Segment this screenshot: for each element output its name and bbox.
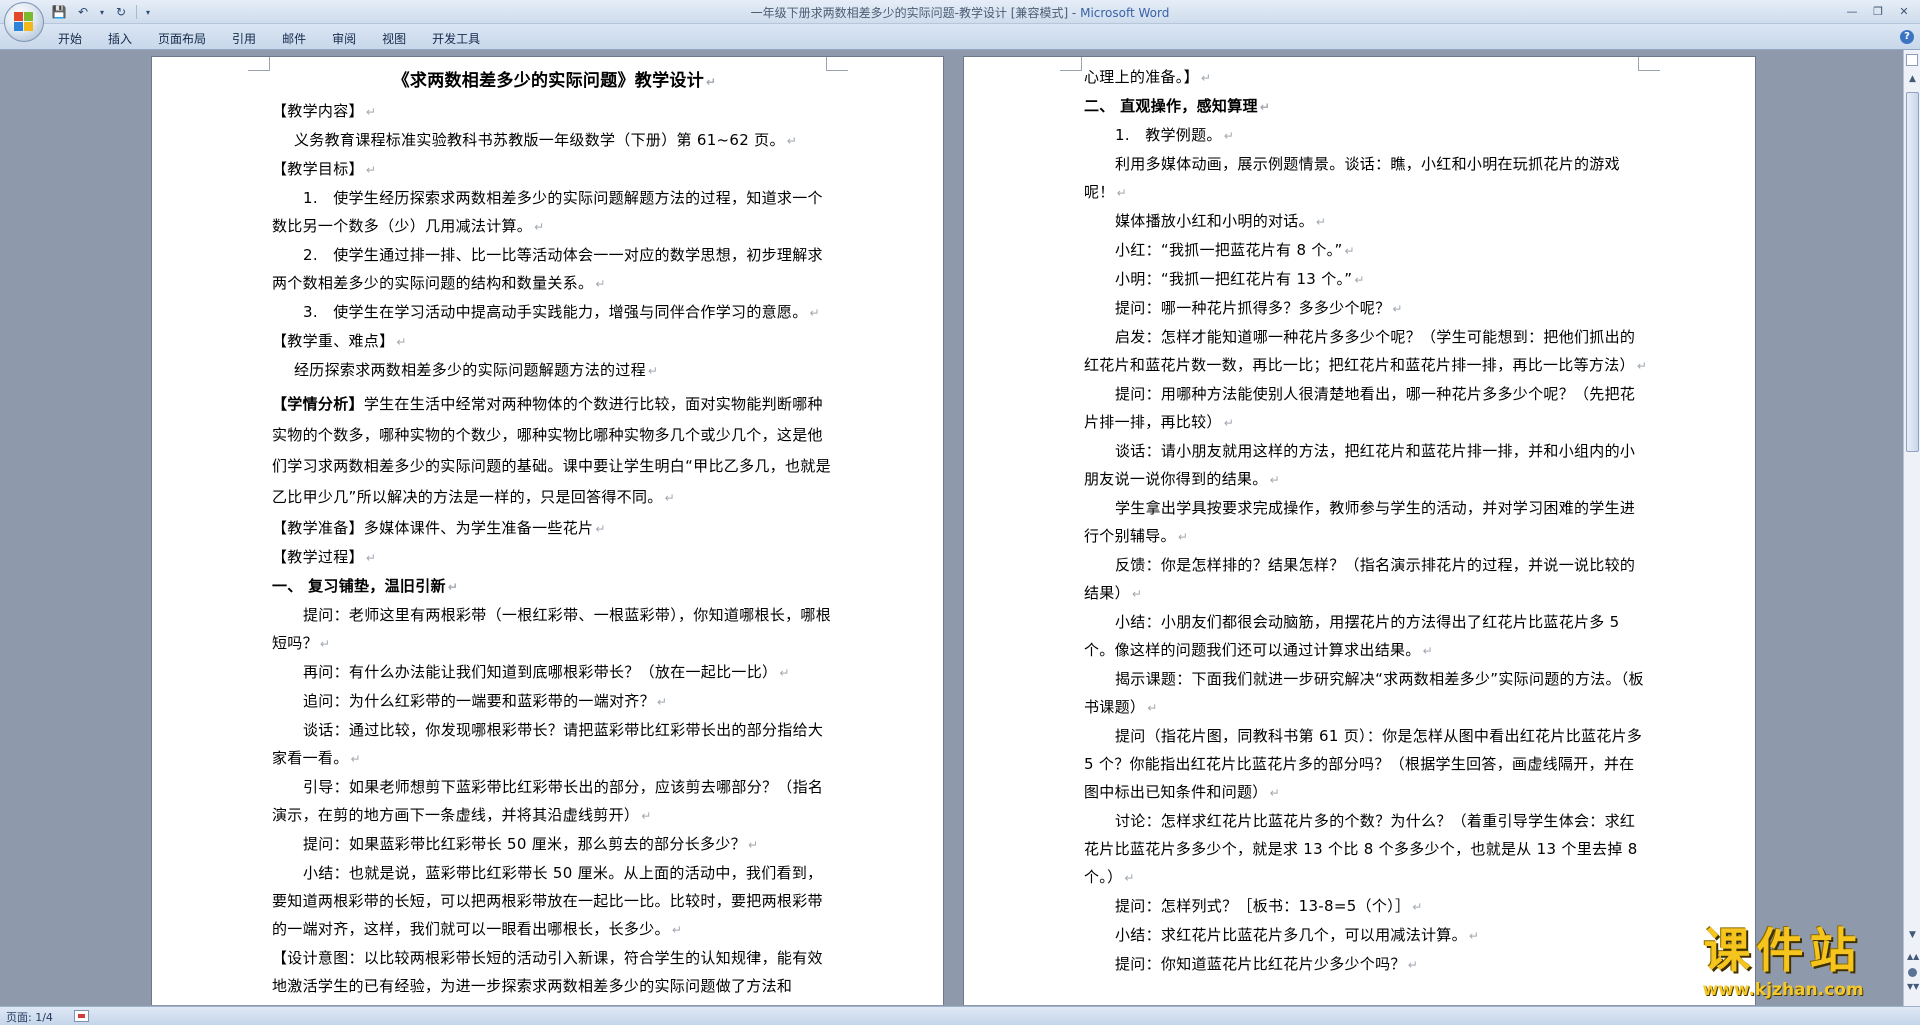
next-page-icon[interactable]: ▼▼ [1907,982,1919,994]
process-paragraph: 学生拿出学具按要求完成操作，教师参与学生的活动，并对学习困难的学生进行个别辅导。… [1084,499,1636,545]
office-button[interactable] [4,2,44,42]
process-paragraph: 启发：怎样才能知道哪一种花片多多少个呢？（学生可能想到：把他们抓出的红花片和蓝花… [1084,328,1648,374]
goal-item: 2. 使学生通过排一排、比一比等活动体会一一对应的数学思想，初步理解求两个数相差… [272,246,823,292]
process-paragraph: 媒体播放小红和小明的对话。 ↵ [1115,212,1327,230]
scrollbar-thumb[interactable] [1906,92,1919,452]
help-icon[interactable]: ? [1900,30,1914,44]
process-paragraph: 小结：小朋友们都很会动脑筋，用摆花片的方法得出了红花片比蓝花片多 5 个。像这样… [1084,613,1620,659]
tab-mailings[interactable]: 邮件 [282,30,306,47]
process-paragraph: 引导：如果老师想剪下蓝彩带比红彩带长出的部分，应该剪去哪部分？（指名演示，在剪的… [272,778,824,824]
page-1-text: 《求两数相差多少的实际问题》教学设计 ↵ 【教学内容】 ↵ 义务教育课程标准实验教科… [272,64,837,1000]
content-paragraph: 义务教育课程标准实验教科书苏教版一年级数学（下册）第 61~62 页。 ↵ [294,131,798,149]
status-bar: 页面: 1/4 [0,1006,1920,1025]
example-item: 1. 教学例题。 ↵ [1115,126,1235,144]
goal-item: 3. 使学生在学习活动中提高动手实践能力，增强与同伴合作学习的意愿。 ↵ [303,303,820,321]
process-paragraph: 提问：怎样列式？［板书：13-8=5（个）］ ↵ [1115,897,1423,915]
process-paragraph: 小明：“我抓一把红花片有 13 个。” ↵ [1115,270,1365,288]
ribbon: 开始 插入 页面布局 引用 邮件 审阅 视图 开发工具 ? [0,24,1920,50]
page-2-text: 心理上的准备。】 ↵ 二、 直观操作，感知算理 ↵ 1. 教学例题。 ↵ 利用多媒体动… [1084,63,1649,979]
design-intent-paragraph: 【设计意图：以比较两根彩带长短的活动引入新课，符合学生的认知规律，能有效地激活学… [272,949,823,995]
section-2-heading: 二、 直观操作，感知算理 ↵ [1084,97,1271,115]
page-count-status[interactable]: 页面: 1/4 [6,1009,53,1025]
proofing-status-icon[interactable] [74,1010,89,1022]
office-logo-icon [14,12,34,32]
window-title: 一年级下册求两数相差多少的实际问题-教学设计 [兼容模式] - Microsof… [0,4,1920,21]
watermark-logo-text: 课件站 [1703,924,1863,979]
window-controls: — ❐ ✕ [1840,2,1916,20]
ribbon-tabs: 开始 插入 页面布局 引用 邮件 审阅 视图 开发工具 [58,30,480,47]
document-page-2[interactable]: 心理上的准备。】 ↵ 二、 直观操作，感知算理 ↵ 1. 教学例题。 ↵ 利用多媒体动… [963,56,1756,1005]
crop-mark-top-left [1060,57,1082,71]
process-paragraph: 追问：为什么红彩带的一端要和蓝彩带的一端对齐？ ↵ [303,692,668,710]
key-points-heading: 【教学重、难点】 ↵ [272,332,407,350]
title-bar: 💾 ↶ ▾ ↻ ▾ 一年级下册求两数相差多少的实际问题-教学设计 [兼容模式] … [0,0,1920,24]
goal-item: 1. 使学生经历探索求两数相差多少的实际问题解题方法的过程，知道求一个数比另一个… [272,189,823,235]
document-title-heading: 《求两数相差多少的实际问题》教学设计 ↵ [392,71,717,91]
tab-home[interactable]: 开始 [58,30,82,47]
scroll-up-icon[interactable]: ▲ [1907,74,1918,86]
process-paragraph: 小红：“我抓一把蓝花片有 8 个。” ↵ [1115,241,1355,259]
analysis-paragraph: 【学情分析】学生在生活中经常对两种物体的个数进行比较，面对实物能判断哪种实物的个… [272,395,831,506]
process-paragraph: 小结：也就是说，蓝彩带比红彩带长 50 厘米。从上面的活动中，我们看到，要知道两… [272,864,823,938]
process-paragraph: 反馈：你是怎样排的？结果怎样？（指名演示排花片的过程，并说一说比较的结果） ↵ [1084,556,1636,602]
maximize-icon[interactable]: ❐ [1866,2,1890,20]
tab-developer[interactable]: 开发工具 [432,30,480,47]
content-heading: 【教学内容】 ↵ [272,102,377,120]
scroll-down-icon[interactable]: ▼ [1907,930,1918,942]
process-paragraph: 提问：你知道蓝花片比红花片少多少个吗？ ↵ [1115,955,1419,973]
tab-review[interactable]: 审阅 [332,30,356,47]
document-page-1[interactable]: 《求两数相差多少的实际问题》教学设计 ↵ 【教学内容】 ↵ 义务教育课程标准实验教科… [151,56,944,1005]
previous-page-icon[interactable]: ▲▲ [1907,952,1919,964]
minimize-icon[interactable]: — [1840,2,1864,20]
vertical-scrollbar[interactable]: ▲ ▼ ▲▲ ▼▼ [1903,50,1920,1006]
view-ruler-icon[interactable] [1906,54,1918,66]
app-name: Microsoft Word [1080,6,1170,20]
close-icon[interactable]: ✕ [1892,2,1916,20]
process-paragraph: 揭示课题：下面我们就进一步研究解决“求两数相差多少”实际问题的方法。（板书课题）… [1084,670,1644,716]
process-paragraph: 提问：如果蓝彩带比红彩带长 50 厘米，那么剪去的部分长多少？ ↵ [303,835,759,853]
continued-paragraph: 心理上的准备。】 ↵ [1084,68,1212,86]
process-paragraph: 提问：用哪种方法能使别人很清楚地看出，哪一种花片多多少个呢？（先把花片排一排，再… [1084,385,1636,431]
goal-heading: 【教学目标】 ↵ [272,160,377,178]
process-paragraph: 谈话：请小朋友就用这样的方法，把红花片和蓝花片排一排，并和小组内的小朋友说一说你… [1084,442,1636,488]
tab-insert[interactable]: 插入 [108,30,132,47]
tab-page-layout[interactable]: 页面布局 [158,30,206,47]
process-paragraph: 提问（指花片图，同教科书第 61 页）：你是怎样从图中看出红花片比蓝花片多 5 … [1084,727,1643,801]
document-workspace: 《求两数相差多少的实际问题》教学设计 ↵ 【教学内容】 ↵ 义务教育课程标准实验教科… [0,50,1898,1005]
site-watermark: 课件站 www.kjzhan.com [1663,924,1903,1004]
process-paragraph: 利用多媒体动画，展示例题情景。谈话：瞧，小红和小明在玩抓花片的游戏呢！ ↵ [1084,155,1620,201]
tab-references[interactable]: 引用 [232,30,256,47]
process-heading: 【教学过程】 ↵ [272,548,377,566]
key-points-paragraph: 经历探索求两数相差多少的实际问题解题方法的过程 ↵ [294,361,659,379]
process-paragraph: 再问：有什么办法能让我们知道到底哪根彩带长？（放在一起比一比） ↵ [303,663,790,681]
watermark-url: www.kjzhan.com [1702,980,1864,1000]
process-paragraph: 讨论：怎样求红花片比蓝花片多的个数？为什么？（着重引导学生体会：求红花片比蓝花片… [1084,812,1638,886]
tab-view[interactable]: 视图 [382,30,406,47]
select-browse-object-icon[interactable] [1908,968,1917,977]
document-title: 一年级下册求两数相差多少的实际问题-教学设计 [兼容模式] - [750,6,1081,20]
section-1-heading: 一、 复习铺垫，温旧引新 ↵ [272,577,459,595]
process-paragraph: 小结：求红花片比蓝花片多几个，可以用减法计算。 ↵ [1115,926,1480,944]
crop-mark-top-left [248,57,270,71]
preparation-paragraph: 【教学准备】多媒体课件、为学生准备一些花片 ↵ [272,519,606,537]
process-paragraph: 提问：老师这里有两根彩带（一根红彩带、一根蓝彩带），你知道哪根长，哪根短吗？ ↵ [272,606,832,652]
process-paragraph: 谈话：通过比较，你发现哪根彩带长？请把蓝彩带比红彩带长出的部分指给大家看一看。 ↵ [272,721,824,767]
process-paragraph: 提问：哪一种花片抓得多？多多少个呢？ ↵ [1115,299,1403,317]
